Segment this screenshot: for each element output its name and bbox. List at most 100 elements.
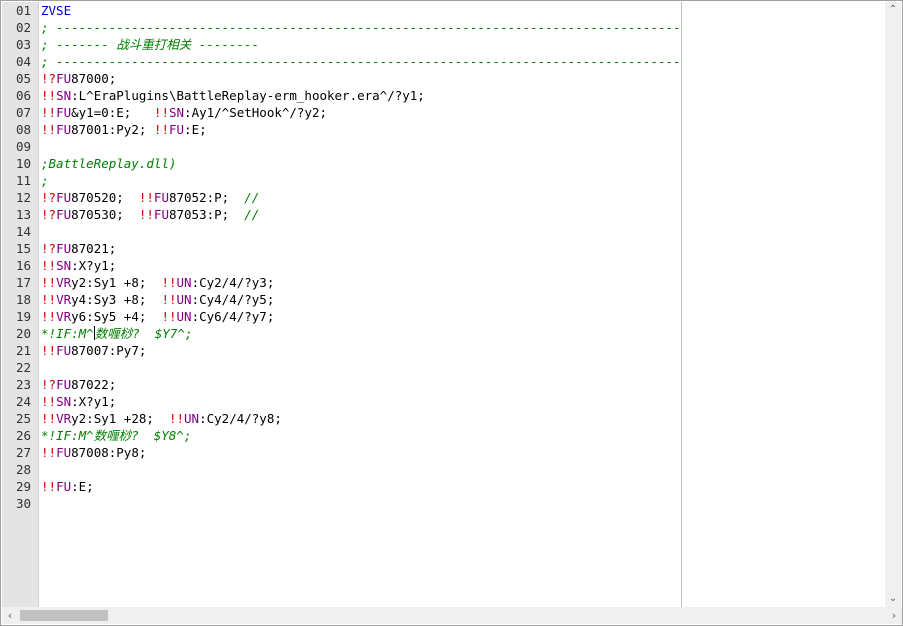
code-line[interactable] <box>41 359 681 376</box>
line-number: 10 <box>16 156 32 171</box>
code-line[interactable] <box>41 461 681 478</box>
code-token: !! <box>138 207 154 222</box>
line-number: 29 <box>16 479 32 494</box>
code-token: 数喱桫? $Y7^; <box>94 326 193 341</box>
code-line[interactable]: !!FU87007:Py7; <box>41 342 681 359</box>
code-token: FU <box>56 479 72 494</box>
line-number: 12 <box>16 190 32 205</box>
up-arrow-icon[interactable]: ⌃ <box>885 2 901 18</box>
code-line[interactable]: !?FU870520; !!FU87052:P; // <box>41 189 681 206</box>
code-text-area[interactable]: ZVSE ; ----------------------------------… <box>41 2 681 607</box>
line-number: 27 <box>16 445 32 460</box>
code-line[interactable]: !!VRy4:Sy3 +8; !!UN:Cy4/4/?y5; <box>41 291 681 308</box>
code-line[interactable]: !?FU87022; <box>41 376 681 393</box>
line-number-gutter: 01 02 03 04 05 06 07 08 09 10 11 12 13 14 15 16 17 18 19 20… <box>2 2 39 607</box>
code-token: FU <box>56 122 72 137</box>
line-number: 22 <box>16 360 32 375</box>
code-token: FU <box>56 105 72 120</box>
code-token: !! <box>153 105 169 120</box>
code-token: !! <box>41 309 57 324</box>
code-token: UN <box>176 275 192 290</box>
code-editor[interactable]: 01 02 03 04 05 06 07 08 09 10 11 12 13 14 15 16 17 18 19 20… <box>0 0 903 626</box>
code-token: FU <box>153 207 169 222</box>
code-token: :L^EraPlugins\BattleReplay-erm_hooker.er… <box>71 88 425 103</box>
code-token: !! <box>161 292 177 307</box>
code-token: UN <box>176 292 192 307</box>
code-line[interactable] <box>41 138 681 155</box>
line-number: 07 <box>16 105 32 120</box>
code-token: !! <box>41 343 57 358</box>
code-token: FU <box>56 207 72 222</box>
line-number: 19 <box>16 309 32 324</box>
code-token: UN <box>184 411 200 426</box>
code-token: ZVSE <box>41 3 72 18</box>
code-line[interactable]: *!IF:M^数喱桫? $Y8^; <box>41 427 681 444</box>
code-token: :X?y1; <box>71 394 117 409</box>
code-line[interactable]: *!IF:M^数喱桫? $Y7^; <box>41 325 681 342</box>
code-line[interactable]: ; <box>41 172 681 189</box>
code-token: !! <box>41 122 57 137</box>
code-token: SN <box>56 394 72 409</box>
code-line[interactable] <box>41 495 681 512</box>
horizontal-scroll-thumb[interactable] <box>20 610 108 621</box>
code-token: :E; <box>184 122 207 137</box>
down-arrow-icon[interactable]: ⌄ <box>885 591 901 607</box>
code-line[interactable]: ; ------- 战斗重打相关 -------- <box>41 36 681 53</box>
code-token: !! <box>41 479 57 494</box>
line-number: 16 <box>16 258 32 273</box>
code-token: :Cy4/4/?y5; <box>191 292 275 307</box>
code-line[interactable]: !!SN:X?y1; <box>41 257 681 274</box>
code-token: !! <box>41 445 57 460</box>
code-token: SN <box>168 105 185 120</box>
code-line[interactable]: !?FU87000; <box>41 70 681 87</box>
code-line[interactable]: ZVSE <box>41 2 681 19</box>
line-number: 17 <box>16 275 32 290</box>
code-token: 87001:Py2; <box>71 122 154 137</box>
right-arrow-icon[interactable]: › <box>886 607 902 624</box>
code-token: !! <box>153 122 169 137</box>
code-line[interactable]: ;BattleReplay.dll) <box>41 155 681 172</box>
code-line[interactable]: !!VRy2:Sy1 +28; !!UN:Cy2/4/?y8; <box>41 410 681 427</box>
code-token: !! <box>41 292 57 307</box>
code-token: y2:Sy1 +28; <box>71 411 169 426</box>
code-token: !? <box>41 190 57 205</box>
code-token: !! <box>41 275 57 290</box>
code-line[interactable]: !!FU:E; <box>41 478 681 495</box>
line-number: 28 <box>16 462 32 477</box>
code-token: !! <box>161 309 177 324</box>
line-number: 23 <box>16 377 32 392</box>
code-line[interactable]: !!SN:L^EraPlugins\BattleReplay-erm_hooke… <box>41 87 681 104</box>
code-token: !! <box>41 411 57 426</box>
code-line[interactable]: !?FU87021; <box>41 240 681 257</box>
code-line[interactable]: !!FU87001:Py2; !!FU:E; <box>41 121 681 138</box>
code-line[interactable] <box>41 223 681 240</box>
code-line[interactable]: !?FU870530; !!FU87053:P; // <box>41 206 681 223</box>
code-line[interactable]: !!VRy2:Sy1 +8; !!UN:Cy2/4/?y3; <box>41 274 681 291</box>
code-token: FU <box>56 71 72 86</box>
code-line[interactable]: ; --------------------------------------… <box>41 19 681 36</box>
code-token: !! <box>161 275 177 290</box>
code-token: :Cy2/4/?y3; <box>191 275 275 290</box>
code-token: UN <box>176 309 192 324</box>
code-line[interactable]: !!FU87008:Py8; <box>41 444 681 461</box>
vertical-scrollbar[interactable]: ⌃ ⌄ <box>885 2 901 607</box>
code-token: !? <box>41 377 57 392</box>
code-token: !? <box>41 71 57 86</box>
code-line[interactable]: !!VRy6:Sy5 +4; !!UN:Cy6/4/?y7; <box>41 308 681 325</box>
code-token: ; <box>41 173 49 188</box>
line-number: 09 <box>16 139 32 154</box>
code-token: ; --------------------------------------… <box>41 54 681 69</box>
left-arrow-icon[interactable]: ‹ <box>2 607 18 624</box>
line-number: 18 <box>16 292 32 307</box>
code-token: &y1=0:E; <box>71 105 154 120</box>
horizontal-scrollbar[interactable]: ‹ › <box>2 607 902 624</box>
code-line[interactable]: !!SN:X?y1; <box>41 393 681 410</box>
code-line[interactable]: ; --------------------------------------… <box>41 53 681 70</box>
line-number: 25 <box>16 411 32 426</box>
line-number: 01 <box>16 3 32 18</box>
code-token: FU <box>56 190 72 205</box>
code-token: // <box>244 190 260 205</box>
code-line[interactable]: !!FU&y1=0:E; !!SN:Ay1/^SetHook^/?y2; <box>41 104 681 121</box>
code-token: 87053:P; <box>168 207 245 222</box>
code-token: :Ay1/^SetHook^/?y2; <box>184 105 328 120</box>
